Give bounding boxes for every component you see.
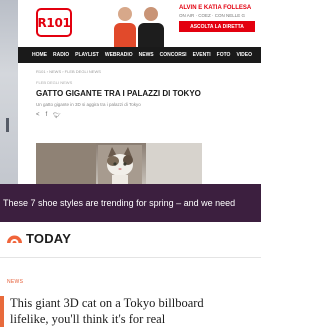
article-header: R101 › NEWS › FLEB DEGLI NEWS FLEB DEGLI… bbox=[36, 63, 256, 119]
facebook-icon[interactable]: f bbox=[46, 112, 48, 118]
today-title-line-2: lifelike, you'll think it's for real bbox=[10, 312, 166, 326]
article-kicker: FLEB DEGLI NEWS bbox=[36, 80, 73, 85]
host-left bbox=[114, 7, 136, 47]
onair-sub: ON AIR · COEZ · CON NELLE G bbox=[179, 13, 246, 18]
onair-name: ALVIN E KATIA FOLLESA bbox=[179, 5, 252, 11]
today-logo-text: TODAY bbox=[26, 231, 72, 246]
twitter-icon[interactable]: 🐦︎ bbox=[53, 112, 61, 119]
building-right bbox=[146, 143, 202, 184]
hosts-photo bbox=[108, 1, 172, 47]
article-subtitle: Un gatto gigante in 3D si aggira tra i p… bbox=[36, 102, 141, 107]
r101-header: R101 ALVIN E KATIA FOLLESA ON AIR · COEZ… bbox=[18, 0, 261, 47]
listen-live-button[interactable]: ASCOLTA LA DIRETTA bbox=[179, 21, 255, 32]
today-sunrise-icon bbox=[7, 235, 22, 243]
article-photo bbox=[36, 143, 202, 184]
nav-item-foto[interactable]: FOTO bbox=[217, 52, 231, 58]
nav-item-home[interactable]: HOME bbox=[32, 52, 47, 58]
today-brand[interactable]: TODAY bbox=[6, 231, 71, 246]
r101-article-card[interactable]: R101 ALVIN E KATIA FOLLESA ON AIR · COEZ… bbox=[18, 0, 261, 184]
building-left bbox=[36, 143, 96, 184]
main-nav: HOME RADIO PLAYLIST WEBRADIO NEWS CONCOR… bbox=[18, 47, 261, 63]
today-article-card[interactable]: TODAY NEWS This giant 3D cat on a Tokyo … bbox=[0, 222, 261, 327]
promo-banner[interactable]: These 7 shoe styles are trending for spr… bbox=[0, 184, 261, 222]
share-icon[interactable]: < bbox=[36, 112, 40, 118]
nav-item-eventi[interactable]: EVENTI bbox=[193, 52, 211, 58]
onair-box: ALVIN E KATIA FOLLESA ON AIR · COEZ · CO… bbox=[179, 5, 257, 32]
nav-item-video[interactable]: VIDEO bbox=[236, 52, 252, 58]
today-headline[interactable]: This giant 3D cat on a Tokyo billboard l… bbox=[0, 295, 261, 327]
nav-item-radio[interactable]: RADIO bbox=[53, 52, 69, 58]
giant-cat-image bbox=[98, 145, 142, 184]
article-title: GATTO GIGANTE TRA I PALAZZI DI TOKYO bbox=[36, 89, 201, 98]
r101-logo-text: R101 bbox=[37, 15, 71, 30]
nav-item-webradio[interactable]: WEBRADIO bbox=[105, 52, 133, 58]
r101-logo[interactable]: R101 bbox=[36, 8, 72, 37]
nav-item-concorsi[interactable]: CONCORSI bbox=[160, 52, 187, 58]
nav-item-playlist[interactable]: PLAYLIST bbox=[75, 52, 99, 58]
left-background-strip bbox=[0, 0, 18, 184]
strip-mark bbox=[6, 118, 9, 132]
nav-item-news[interactable]: NEWS bbox=[139, 52, 154, 58]
breadcrumb[interactable]: R101 › NEWS › FLEB DEGLI NEWS bbox=[36, 69, 256, 74]
today-title-line-1: This giant 3D cat on a Tokyo billboard bbox=[10, 296, 204, 310]
banner-text: These 7 shoe styles are trending for spr… bbox=[3, 198, 236, 208]
headline-accent-bar bbox=[0, 296, 4, 327]
today-kicker[interactable]: NEWS bbox=[7, 279, 23, 285]
today-title: This giant 3D cat on a Tokyo billboard l… bbox=[10, 295, 261, 327]
share-row: < f 🐦︎ bbox=[36, 111, 256, 119]
divider bbox=[0, 257, 261, 258]
host-right bbox=[138, 7, 164, 47]
